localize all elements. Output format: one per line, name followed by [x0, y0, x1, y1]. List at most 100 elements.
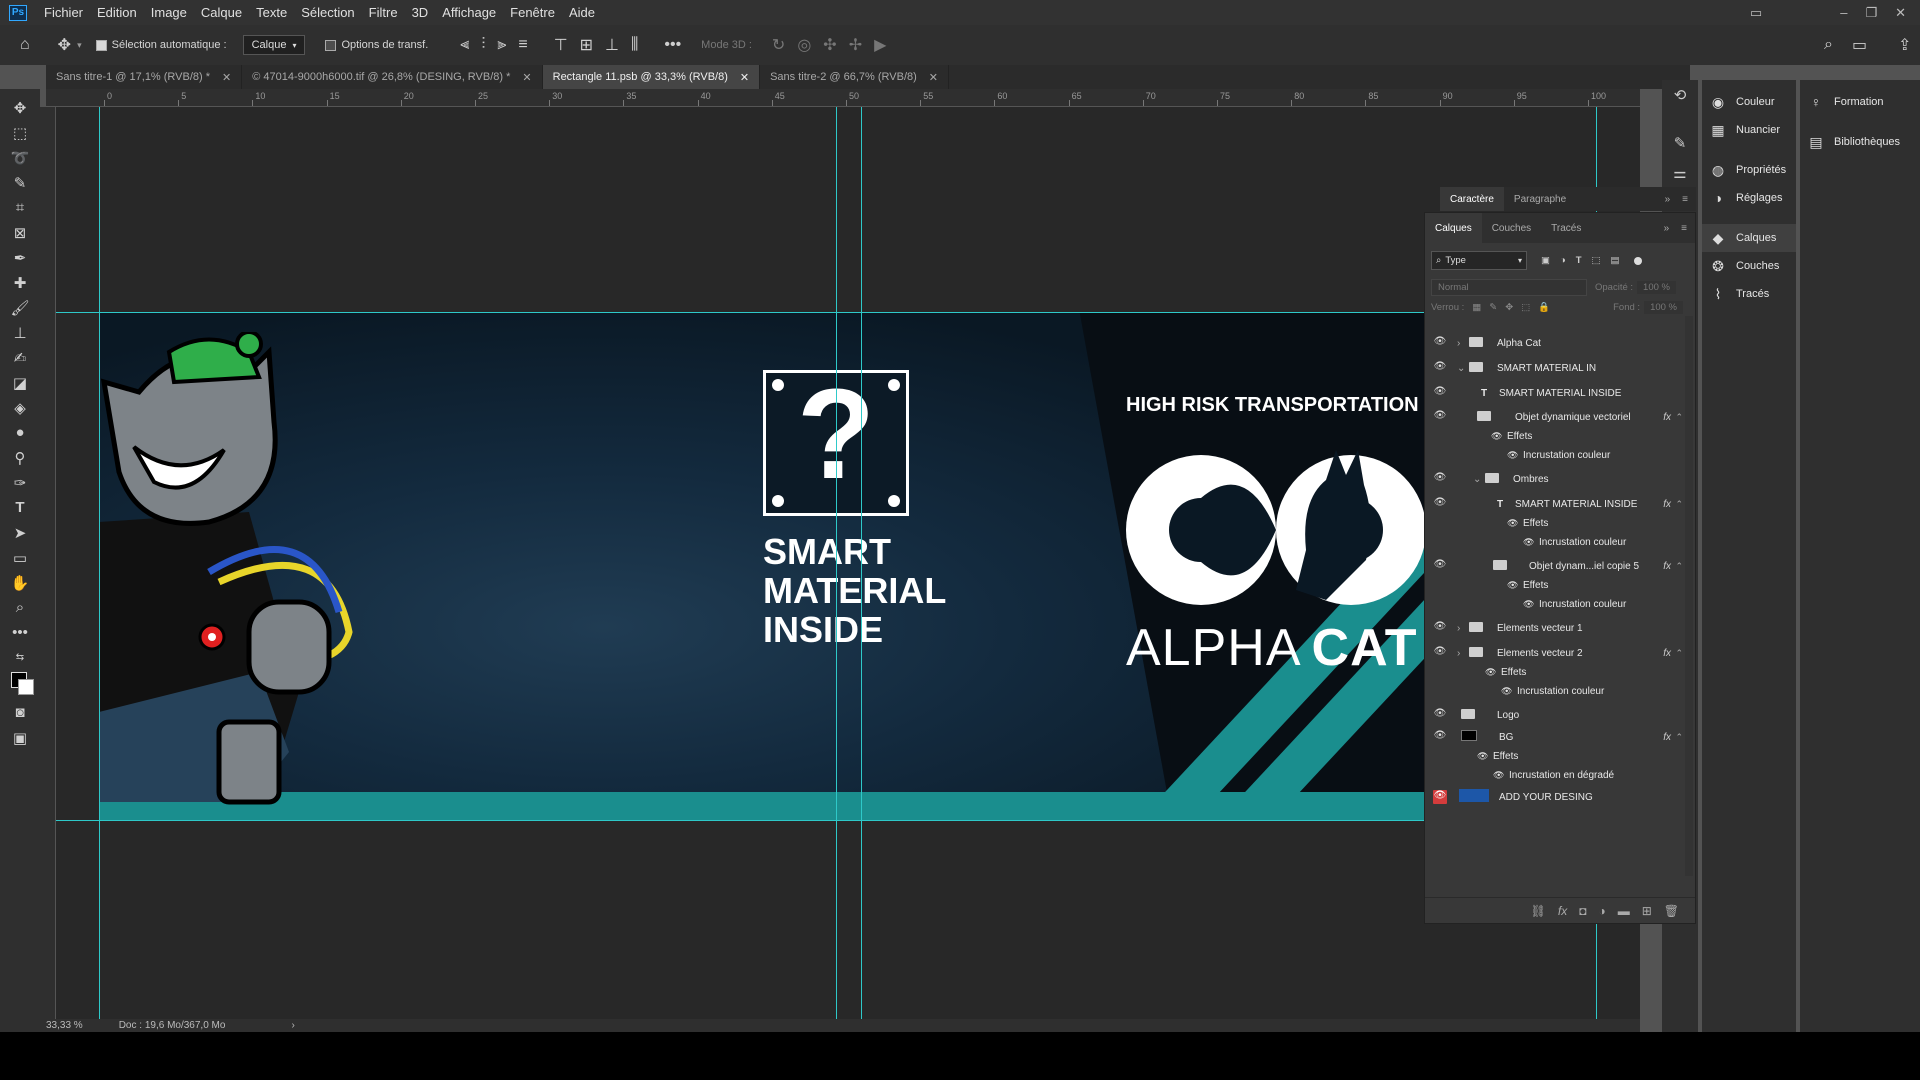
restore-button[interactable]: ❐	[1865, 5, 1877, 21]
slide-3d-icon[interactable]: ✢	[849, 35, 862, 55]
tab-47014[interactable]: © 47014-9000h6000.tif @ 26,8% (DESING, R…	[242, 65, 543, 89]
paint-bucket-icon[interactable]: ◈	[5, 395, 35, 420]
visibility-eye-icon[interactable]: 👁	[1433, 497, 1447, 511]
align-center-icon[interactable]: ⫶	[481, 36, 485, 54]
guide-vertical[interactable]	[861, 107, 862, 1019]
panel-menu-icon[interactable]: ≡	[1682, 194, 1688, 205]
panel-menu-icon[interactable]: ≡	[1681, 223, 1687, 234]
hand-tool-icon[interactable]: ✋	[5, 570, 35, 595]
rectangle-tool-icon[interactable]: ▭	[5, 545, 35, 570]
layer-effect-item[interactable]: 👁 Incrustation couleur	[1425, 594, 1685, 614]
filter-shape-icon[interactable]: ⬚	[1592, 255, 1601, 266]
fill-field[interactable]: 100 %	[1644, 301, 1683, 314]
background-color[interactable]	[18, 679, 34, 695]
pen-tool-icon[interactable]: ✑	[5, 470, 35, 495]
adjust-sliders-icon[interactable]: ⚌	[1673, 164, 1686, 182]
effect-eye-icon[interactable]: 👁	[1477, 751, 1488, 762]
layer-effect-item[interactable]: 👁 Incrustation couleur	[1425, 532, 1685, 552]
lock-pixels-icon[interactable]: ▦	[1472, 302, 1481, 313]
layer-effects[interactable]: 👁 Effets	[1425, 426, 1685, 446]
layer-alpha-cat[interactable]: 👁 › Alpha Cat	[1425, 333, 1685, 353]
align-right-icon[interactable]: ⫸	[497, 36, 506, 54]
menu-calque[interactable]: Calque	[194, 5, 249, 20]
tab-couches[interactable]: Couches	[1482, 213, 1541, 243]
lock-position-icon[interactable]: ✥	[1505, 302, 1513, 313]
layer-filter-dropdown[interactable]: ⌕ Type ▾	[1431, 251, 1527, 270]
more-options-icon[interactable]: •••	[664, 36, 681, 54]
menu-filtre[interactable]: Filtre	[362, 5, 405, 20]
tab-calques[interactable]: Calques	[1425, 213, 1482, 243]
layer-elements-vecteur-1[interactable]: 👁 › Elements vecteur 1	[1425, 618, 1685, 638]
orbit-3d-icon[interactable]: ↻	[772, 35, 785, 55]
filter-toggle[interactable]	[1633, 256, 1642, 265]
swap-colors-icon[interactable]: ⇆	[5, 645, 35, 670]
effect-eye-icon[interactable]: 👁	[1493, 770, 1504, 781]
layer-effects[interactable]: 👁 Effets	[1425, 575, 1685, 595]
history-icon[interactable]: ⟲	[1674, 86, 1687, 104]
menu-affichage[interactable]: Affichage	[435, 5, 503, 20]
effect-eye-icon[interactable]: 👁	[1507, 450, 1518, 461]
visibility-eye-icon[interactable]: 👁	[1433, 336, 1447, 350]
share-icon[interactable]: ⇪	[1898, 35, 1911, 55]
home-icon[interactable]: ⌂	[20, 36, 30, 54]
guide-vertical[interactable]	[836, 107, 837, 1019]
layer-effect-item[interactable]: 👁 Incrustation en dégradé	[1425, 765, 1685, 785]
collapse-icon[interactable]: »	[1664, 223, 1670, 234]
close-tab-icon[interactable]: ✕	[929, 71, 938, 84]
tab-caractere[interactable]: Caractère	[1440, 187, 1504, 211]
tab-paragraphe[interactable]: Paragraphe	[1504, 194, 1576, 205]
layer-effects[interactable]: 👁 Effets	[1425, 746, 1685, 766]
auto-select-checkbox[interactable]	[95, 39, 107, 51]
layer-objet-copie-5[interactable]: 👁 Objet dynam...iel copie 5 fx ⌃	[1425, 556, 1685, 576]
layer-effect-item[interactable]: 👁 Incrustation couleur	[1425, 681, 1685, 701]
effect-eye-icon[interactable]: 👁	[1501, 686, 1512, 697]
panel-reglages[interactable]: ◑ Réglages	[1702, 184, 1796, 212]
close-tab-icon[interactable]: ✕	[222, 71, 231, 84]
filter-pixel-icon[interactable]: ▣	[1541, 255, 1550, 266]
frame-tool-icon[interactable]: ⊠	[5, 220, 35, 245]
minimize-button[interactable]: –	[1840, 5, 1847, 20]
panel-couches[interactable]: ❂ Couches	[1702, 252, 1796, 280]
menu-fenetre[interactable]: Fenêtre	[503, 5, 562, 20]
auto-select-dropdown[interactable]: Calque ▾	[242, 35, 306, 55]
status-arrow-icon[interactable]: ›	[291, 1020, 294, 1031]
guide-vertical[interactable]	[99, 107, 100, 1019]
menu-selection[interactable]: Sélection	[294, 5, 361, 20]
lock-artboard-icon[interactable]: ⬚	[1521, 302, 1530, 313]
visibility-eye-icon[interactable]: 👁	[1433, 646, 1447, 660]
menu-aide[interactable]: Aide	[562, 5, 602, 20]
quick-select-tool-icon[interactable]: ✎	[5, 170, 35, 195]
more-tools-icon[interactable]: •••	[5, 620, 35, 645]
filter-type-icon[interactable]: T	[1576, 255, 1582, 266]
lasso-tool-icon[interactable]: ➰	[5, 145, 35, 170]
lock-all-icon[interactable]: 🔒	[1538, 302, 1550, 313]
panel-proprietes[interactable]: ◍ Propriétés	[1702, 156, 1796, 184]
effect-eye-icon[interactable]: 👁	[1523, 599, 1534, 610]
panel-couleur[interactable]: ◉ Couleur	[1702, 88, 1796, 116]
close-button[interactable]: ✕	[1895, 5, 1906, 21]
effect-eye-icon[interactable]: 👁	[1507, 518, 1518, 529]
visibility-eye-icon[interactable]: 👁	[1433, 361, 1447, 375]
layer-ombres[interactable]: 👁 ⌄ Ombres	[1425, 469, 1685, 489]
close-tab-icon[interactable]: ✕	[522, 71, 531, 84]
artboard[interactable]: ? SMART MATERIAL INSIDE HIGH RISK TRANSP…	[99, 312, 1424, 820]
blur-tool-icon[interactable]: ●	[5, 420, 35, 445]
blend-mode-dropdown[interactable]: Normal	[1431, 279, 1587, 296]
arrange-icon[interactable]: ▭	[1750, 5, 1762, 21]
path-select-icon[interactable]: ➤	[5, 520, 35, 545]
lock-paint-icon[interactable]: ✎	[1489, 302, 1497, 313]
zoom-tool-icon[interactable]: ⌕	[5, 595, 35, 620]
layer-effects[interactable]: 👁 Effets	[1425, 662, 1685, 682]
scale-3d-icon[interactable]: ▶	[874, 35, 886, 55]
new-group-icon[interactable]: ▬	[1618, 904, 1630, 918]
layers-scrollbar[interactable]	[1685, 316, 1693, 876]
layer-text-smart[interactable]: 👁 T SMART MATERIAL INSIDE	[1425, 383, 1685, 403]
healing-tool-icon[interactable]: ✚	[5, 270, 35, 295]
visibility-eye-icon[interactable]: 👁	[1433, 730, 1447, 744]
guide-horizontal[interactable]	[56, 820, 1424, 821]
visibility-eye-icon[interactable]: 👁	[1433, 790, 1447, 804]
brush-tool-icon[interactable]: 🖌	[5, 295, 35, 320]
color-swatches[interactable]	[5, 670, 35, 700]
effect-eye-icon[interactable]: 👁	[1491, 431, 1502, 442]
horizontal-ruler[interactable]: 0 5 10 15 20 25 30 35 40 45 50 55 60 65 70 75 80 85 90 95 10…	[46, 89, 1640, 107]
